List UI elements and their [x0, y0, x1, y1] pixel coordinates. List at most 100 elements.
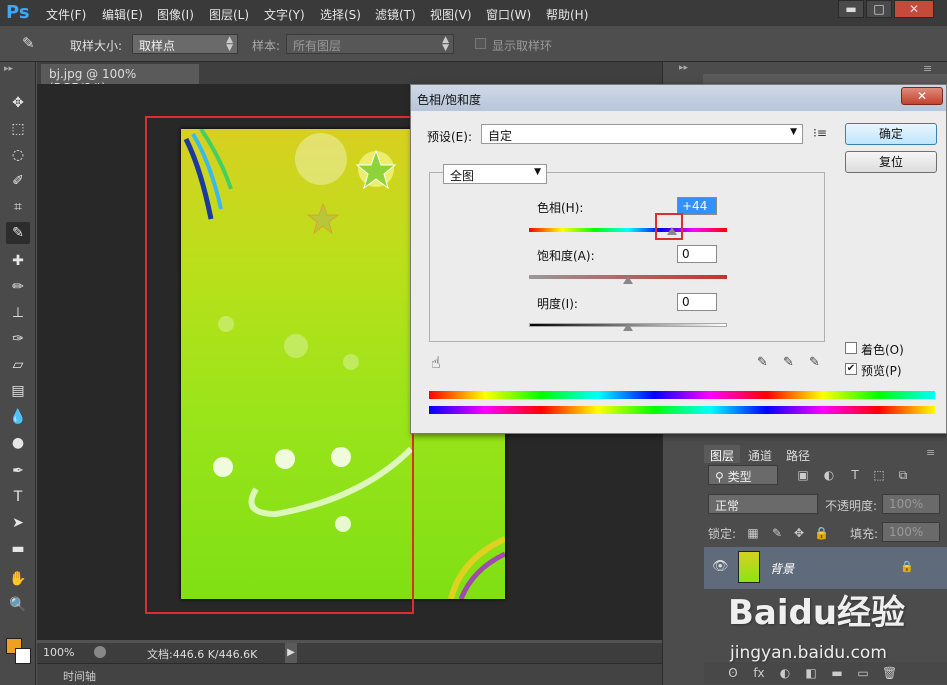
colorize-checkbox[interactable] — [845, 342, 857, 354]
menu-edit[interactable]: 编辑(E) — [102, 6, 143, 23]
menu-view[interactable]: 视图(V) — [430, 6, 472, 23]
dodge-tool-icon[interactable]: ● — [6, 432, 30, 454]
menu-help[interactable]: 帮助(H) — [546, 6, 588, 23]
crop-tool-icon[interactable]: ⌗ — [6, 196, 30, 218]
menu-filter[interactable]: 滤镜(T) — [375, 6, 416, 23]
healing-brush-tool-icon[interactable]: ✚ — [6, 250, 30, 272]
on-image-adjust-hand-icon[interactable]: ☝ — [431, 353, 441, 372]
hue-saturation-dialog: 色相/饱和度 ✕ 预设(E): 自定 ▼ ⁝≡ 确定 复位 全图 ▼ 色相(H)… — [410, 84, 947, 434]
lightness-slider-thumb[interactable] — [623, 323, 633, 331]
fill-label: 填充: — [850, 527, 879, 541]
marquee-tool-icon[interactable]: ⬚ — [6, 118, 30, 140]
layer-thumbnail — [738, 551, 760, 583]
zoom-tool-icon[interactable]: 🔍 — [6, 594, 30, 616]
eyedropper-icon[interactable]: ✎ — [757, 355, 768, 370]
ok-button[interactable]: 确定 — [845, 123, 937, 145]
eyedropper-icon[interactable]: ✎ — [22, 34, 35, 52]
lock-all-icon[interactable]: 🔒 — [814, 526, 829, 540]
layer-row-background[interactable]: 👁 背景 🔒 — [704, 547, 947, 589]
image-highlight-box — [145, 116, 414, 614]
lasso-tool-icon[interactable]: ◌ — [6, 144, 30, 166]
hand-tool-icon[interactable]: ✋ — [6, 568, 30, 590]
timeline-bar: 时间轴 — [37, 663, 662, 685]
document-tab[interactable]: bj.jpg @ 100%(RGB/8#) × — [41, 64, 199, 95]
blend-mode-value: 正常 — [715, 499, 740, 513]
eyedropper-tool-icon[interactable]: ✎ — [6, 222, 30, 244]
brush-tool-icon[interactable]: ✏ — [6, 276, 30, 298]
tab-channels[interactable]: 通道 — [742, 445, 778, 463]
saturation-field[interactable]: 0 — [677, 245, 717, 263]
filter-shape-icon[interactable]: ⬚ — [872, 468, 886, 482]
filter-kind-value: 类型 — [727, 470, 752, 484]
eraser-tool-icon[interactable]: ▱ — [6, 354, 30, 376]
opacity-field[interactable]: 100% — [882, 494, 940, 514]
type-tool-icon[interactable]: T — [6, 486, 30, 508]
dialog-close-button[interactable]: ✕ — [901, 87, 943, 105]
lightness-label: 明度(I): — [537, 297, 578, 311]
collapse-arrows-icon[interactable]: ▸▸ — [679, 63, 688, 73]
up-down-arrow-icon: ▲ ▼ — [442, 35, 449, 53]
status-icon[interactable] — [94, 646, 106, 658]
lightness-field[interactable]: 0 — [677, 293, 717, 311]
preset-options-icon[interactable]: ⁝≡ — [813, 126, 827, 140]
pen-tool-icon[interactable]: ✒ — [6, 460, 30, 482]
shape-tool-icon[interactable]: ▬ — [6, 538, 30, 560]
show-ring-checkbox[interactable] — [475, 38, 486, 49]
reset-button[interactable]: 复位 — [845, 151, 937, 173]
menubar: Ps 文件(F) 编辑(E) 图像(I) 图层(L) 文字(Y) 选择(S) 滤… — [0, 0, 947, 26]
filter-pixel-icon[interactable]: ▣ — [796, 468, 810, 482]
saturation-slider-thumb[interactable] — [623, 276, 633, 284]
history-brush-tool-icon[interactable]: ✑ — [6, 328, 30, 350]
quick-select-tool-icon[interactable]: ✐ — [6, 170, 30, 192]
document-tabbar: bj.jpg @ 100%(RGB/8#) × — [37, 62, 662, 95]
sample-select[interactable]: 所有图层 ▲ ▼ — [286, 34, 454, 54]
menu-type[interactable]: 文字(Y) — [264, 6, 305, 23]
filter-smart-icon[interactable]: ⧉ — [896, 468, 910, 482]
window-close-button[interactable]: ✕ — [894, 0, 934, 18]
preset-select[interactable]: 自定 ▼ — [481, 124, 803, 144]
status-menu-arrow-icon[interactable]: ▶ — [285, 643, 297, 663]
fill-field[interactable]: 100% — [882, 522, 940, 542]
blur-tool-icon[interactable]: 💧 — [6, 406, 30, 428]
tab-paths[interactable]: 路径 — [780, 445, 816, 463]
lock-transparent-icon[interactable]: ▦ — [746, 526, 760, 540]
menu-file[interactable]: 文件(F) — [46, 6, 86, 23]
channel-select[interactable]: 全图 ▼ — [443, 164, 547, 184]
filter-type-icon[interactable]: T — [848, 468, 862, 482]
eyedropper-minus-icon[interactable]: ✎ — [809, 355, 820, 370]
background-color-swatch[interactable] — [15, 648, 31, 664]
lock-position-icon[interactable]: ✥ — [792, 526, 806, 540]
filter-kind-select[interactable]: ⚲ 类型 — [708, 465, 778, 485]
opacity-label: 不透明度: — [825, 499, 878, 513]
sample-size-select[interactable]: 取样点 ▲ ▼ — [132, 34, 238, 54]
eyedropper-plus-icon[interactable]: ✎ — [783, 355, 794, 370]
lock-pixels-icon[interactable]: ✎ — [770, 526, 784, 540]
hue-field[interactable]: +44 — [677, 197, 717, 215]
preview-checkbox[interactable]: ✔ — [845, 363, 857, 375]
stamp-tool-icon[interactable]: ⊥ — [6, 302, 30, 324]
zoom-level[interactable]: 100% — [43, 646, 74, 659]
eye-visibility-icon[interactable]: 👁 — [712, 559, 729, 574]
maximize-button[interactable]: □ — [866, 0, 892, 18]
menu-window[interactable]: 窗口(W) — [486, 6, 531, 23]
dialog-titlebar[interactable]: 色相/饱和度 ✕ — [411, 85, 946, 111]
minimize-button[interactable]: ▬ — [838, 0, 864, 18]
watermark-url: jingyan.baidu.com — [730, 643, 887, 663]
hue-slider-track[interactable] — [529, 228, 727, 232]
menu-image[interactable]: 图像(I) — [157, 6, 194, 23]
lock-label: 锁定: — [708, 527, 737, 541]
path-selection-tool-icon[interactable]: ➤ — [6, 512, 30, 534]
menu-select[interactable]: 选择(S) — [320, 6, 361, 23]
gradient-tool-icon[interactable]: ▤ — [6, 380, 30, 402]
timeline-label[interactable]: 时间轴 — [63, 668, 96, 684]
move-tool-icon[interactable]: ✥ — [6, 92, 30, 114]
collapse-arrows-icon[interactable]: ▸▸ — [4, 64, 13, 74]
blend-mode-select[interactable]: 正常 — [708, 494, 818, 514]
layer-name[interactable]: 背景 — [770, 560, 794, 577]
tab-layers[interactable]: 图层 — [704, 445, 741, 463]
search-icon: ⚲ — [715, 470, 728, 484]
filter-adjust-icon[interactable]: ◐ — [822, 468, 836, 482]
up-down-arrow-icon: ▲ ▼ — [226, 35, 233, 53]
menu-layer[interactable]: 图层(L) — [209, 6, 249, 23]
layers-panel-menu-icon[interactable]: ≡ — [926, 446, 935, 459]
